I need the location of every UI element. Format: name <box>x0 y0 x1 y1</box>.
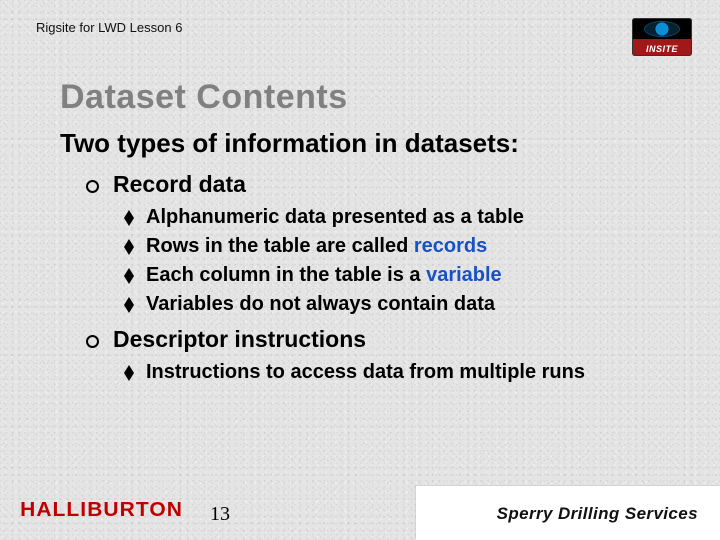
list-item: Descriptor instructions <box>86 326 680 353</box>
list-subitem: Instructions to access data from multipl… <box>124 361 680 384</box>
sperry-logo: Sperry Drilling Services <box>497 504 698 523</box>
slide-body: Two types of information in datasets: Re… <box>60 128 680 390</box>
diamond-bullet-icon <box>124 210 134 226</box>
halliburton-logo: HALLIBURTON <box>20 499 183 522</box>
text-prefix: Each column in the table is a <box>146 264 426 286</box>
insite-label: INSITE <box>632 44 692 54</box>
text-prefix: Rows in the table are called <box>146 235 414 257</box>
highlight-term: variable <box>426 264 502 286</box>
header-lesson: Rigsite for LWD Lesson 6 <box>36 20 182 35</box>
ring-bullet-icon <box>86 335 99 348</box>
diamond-bullet-icon <box>124 365 134 381</box>
list-subitem-text: Variables do not always contain data <box>146 293 495 316</box>
insite-logo: INSITE <box>632 18 692 58</box>
footer: HALLIBURTON 13 Sperry Drilling Services <box>0 486 720 540</box>
list-item-label: Descriptor instructions <box>113 326 366 353</box>
list-item-label: Record data <box>113 171 246 198</box>
list-subitem-text: Rows in the table are called records <box>146 235 487 258</box>
slide: Rigsite for LWD Lesson 6 INSITE Dataset … <box>0 0 720 540</box>
page-number: 13 <box>210 503 230 526</box>
sperry-logo-block: Sperry Drilling Services <box>416 486 720 540</box>
ring-bullet-icon <box>86 180 99 193</box>
list-subitem: Alphanumeric data presented as a table <box>124 206 680 229</box>
slide-subtitle: Two types of information in datasets: <box>60 128 680 159</box>
list-subitem: Each column in the table is a variable <box>124 264 680 287</box>
list-subitem-text: Instructions to access data from multipl… <box>146 361 585 384</box>
list-subitem-text: Alphanumeric data presented as a table <box>146 206 524 229</box>
slide-title: Dataset Contents <box>60 78 348 117</box>
list-subitem-text: Each column in the table is a variable <box>146 264 502 287</box>
list-subitem: Variables do not always contain data <box>124 293 680 316</box>
diamond-bullet-icon <box>124 268 134 284</box>
highlight-term: records <box>414 235 487 257</box>
list-subitem: Rows in the table are called records <box>124 235 680 258</box>
diamond-bullet-icon <box>124 239 134 255</box>
diamond-bullet-icon <box>124 297 134 313</box>
eye-icon <box>645 22 679 36</box>
list-item: Record data <box>86 171 680 198</box>
